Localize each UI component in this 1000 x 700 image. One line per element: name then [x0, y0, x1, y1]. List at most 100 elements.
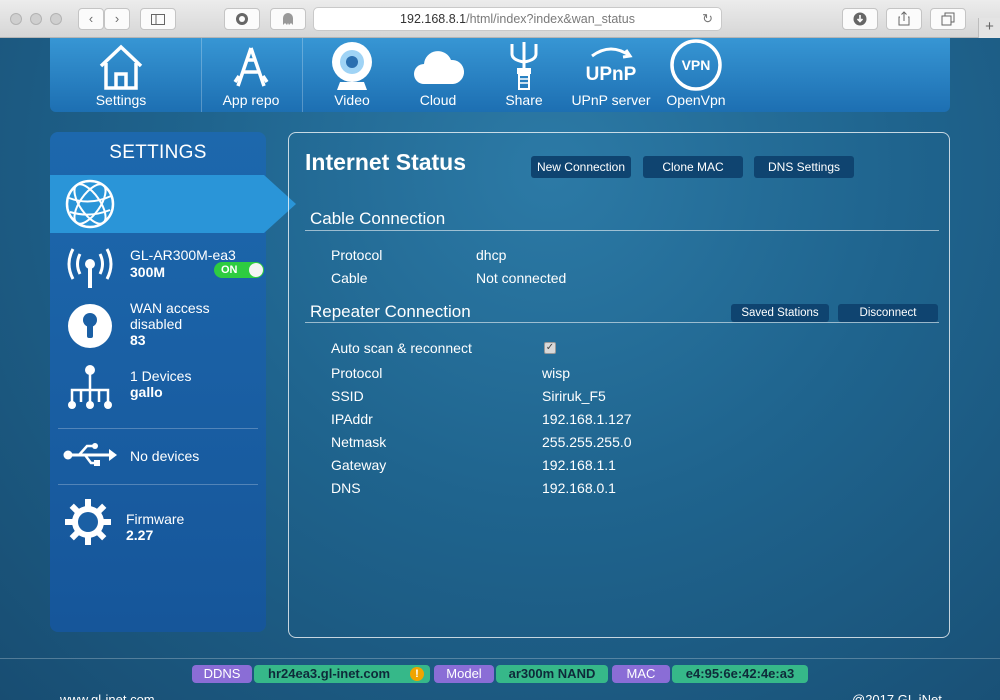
model-value: ar300m NAND [496, 665, 608, 683]
vpn-icon-text: VPN [682, 57, 711, 73]
nav-share-label: Share [505, 92, 543, 108]
wireless-toggle[interactable]: ON [214, 262, 264, 278]
sidebar-divider [58, 484, 258, 485]
sidebar-item-internet[interactable] [50, 175, 296, 233]
upnp-icon-text: UPnP [586, 64, 637, 85]
checkmark-icon: ✓ [545, 342, 555, 353]
forward-button[interactable]: › [104, 8, 130, 30]
sidebar-item-usb[interactable]: No devices [50, 436, 266, 476]
disconnect-button[interactable]: Disconnect [838, 304, 938, 322]
usb-share-icon [510, 42, 538, 90]
upnp-icon: UPnP [586, 47, 637, 85]
nav-app-repo[interactable]: App repo [210, 38, 292, 112]
chevron-right-icon: › [114, 11, 120, 26]
lock-icon [68, 304, 112, 348]
share-icon [898, 11, 910, 26]
device-name: gallo [130, 384, 163, 400]
webcam-icon [332, 42, 372, 90]
sidebar-toggle-button[interactable] [140, 8, 176, 30]
ssid-label: SSID [331, 388, 364, 404]
sidebar-item-devices[interactable]: 1 Devices gallo [50, 364, 266, 414]
wifi-antenna-icon [67, 248, 113, 288]
auto-scan-label: Auto scan & reconnect [331, 340, 472, 356]
sidebar-item-wan[interactable]: WAN access disabled 83 [50, 300, 266, 362]
downloads-button[interactable] [842, 8, 878, 30]
dns-label: DNS [331, 480, 361, 496]
cable-protocol-label: Protocol [331, 247, 383, 263]
cloud-icon [414, 51, 465, 84]
new-tab-button[interactable]: + [978, 18, 1000, 38]
model-label: Model [434, 665, 494, 683]
dns-value: 192.168.0.1 [542, 480, 616, 496]
tabs-button[interactable] [930, 8, 966, 30]
page-title: Internet Status [305, 149, 467, 175]
repeater-section-title: Repeater Connection [310, 302, 471, 321]
globe-icon [65, 179, 115, 229]
url-bar[interactable]: 192.168.8.1/html/index?index&wan_status … [313, 7, 722, 31]
netmask-label: Netmask [331, 434, 387, 450]
sidebar-item-wireless[interactable]: GL-AR300M-ea3 300M ON [50, 242, 266, 302]
usb-icon [63, 443, 117, 466]
repeater-protocol-label: Protocol [331, 365, 383, 381]
router-admin-page: Settings App repo Video Cloud Share UPnP… [0, 38, 1000, 700]
network-tree-icon [68, 365, 112, 409]
nav-share[interactable]: Share [484, 38, 564, 112]
url-host: 192.168.8.1 [400, 12, 467, 26]
ssid-value: Siriruk_F5 [542, 388, 606, 404]
ipaddr-value: 192.168.1.127 [542, 411, 632, 427]
back-button[interactable]: ‹ [78, 8, 104, 30]
site-link[interactable]: www.gl-inet.com [60, 692, 155, 700]
nav-settings[interactable]: Settings [80, 38, 162, 112]
reload-icon[interactable]: ↻ [702, 8, 713, 30]
nav-settings-label: Settings [95, 92, 147, 108]
warning-icon[interactable]: ! [410, 667, 424, 681]
site-icon-button[interactable] [224, 8, 260, 30]
wan-status-line2: disabled [130, 316, 183, 332]
cable-section-title: Cable Connection [310, 209, 446, 228]
close-window-button[interactable] [10, 13, 22, 25]
chevron-left-icon: ‹ [88, 11, 94, 26]
devices-count: 1 Devices [130, 368, 192, 384]
nav-cloud-label: Cloud [419, 92, 457, 108]
sidebar-item-firmware[interactable]: Firmware 2.27 [50, 494, 266, 554]
wireless-toggle-label: ON [221, 264, 238, 276]
cable-protocol-value: dhcp [476, 247, 507, 263]
section-divider [305, 230, 939, 231]
firmware-label: Firmware [126, 511, 185, 527]
sidebar-icon [151, 14, 165, 25]
wireless-ssid: GL-AR300M-ea3 [130, 247, 236, 263]
internet-status-panel: Internet Status New Connection Clone MAC… [288, 132, 950, 638]
nav-upnp-server[interactable]: UPnP UPnP server [566, 38, 656, 112]
private-icon-button[interactable] [270, 8, 306, 30]
new-connection-button[interactable]: New Connection [531, 156, 631, 178]
nav-openvpn[interactable]: VPN OpenVpn [656, 38, 736, 112]
gear-icon [65, 499, 111, 545]
nav-cloud[interactable]: Cloud [398, 38, 478, 112]
dns-settings-button[interactable]: DNS Settings [754, 156, 854, 178]
wan-value: 83 [130, 332, 146, 348]
sidebar-title: SETTINGS [109, 142, 207, 163]
url-path: /html/index?index&wan_status [466, 12, 635, 26]
usb-status: No devices [130, 448, 200, 464]
ddns-value[interactable]: hr24ea3.gl-inet.com [254, 665, 430, 683]
browser-toolbar: ‹ › 192.168.8.1/html/index?index&wan_sta… [0, 0, 1000, 38]
nav-video[interactable]: Video [312, 38, 392, 112]
app-store-icon [233, 47, 269, 87]
clone-mac-button[interactable]: Clone MAC [643, 156, 743, 178]
gateway-value: 192.168.1.1 [542, 457, 616, 473]
cable-status-value: Not connected [476, 270, 567, 286]
download-icon [853, 12, 867, 26]
share-button[interactable] [886, 8, 922, 30]
zoom-window-button[interactable] [50, 13, 62, 25]
minimize-window-button[interactable] [30, 13, 42, 25]
plus-icon: + [985, 18, 994, 35]
nav-divider [201, 38, 202, 112]
auto-scan-checkbox[interactable]: ✓ [544, 342, 556, 354]
wireless-speed: 300M [130, 264, 166, 280]
toggle-knob [249, 263, 263, 277]
repeater-protocol-value: wisp [542, 365, 571, 381]
nav-divider [302, 38, 303, 112]
saved-stations-button[interactable]: Saved Stations [731, 304, 829, 322]
top-navigation: Settings App repo Video Cloud Share UPnP… [50, 38, 950, 112]
gateway-label: Gateway [331, 457, 387, 473]
